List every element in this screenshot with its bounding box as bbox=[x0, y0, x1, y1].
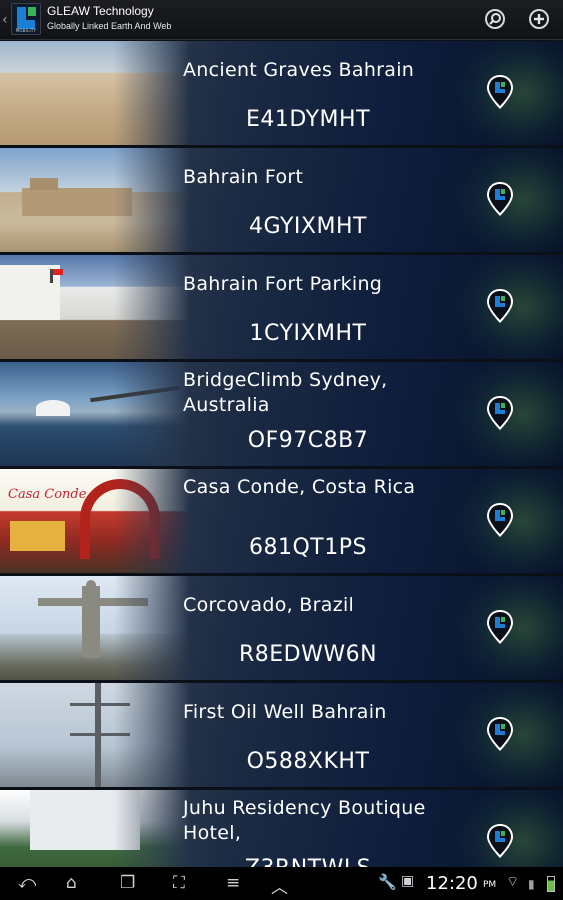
map-pin-icon[interactable] bbox=[486, 181, 514, 217]
place-code: 681QT1PS bbox=[249, 535, 367, 560]
screenshot-icon[interactable]: ⛶ bbox=[173, 873, 185, 893]
clock-ampm: PM bbox=[483, 880, 497, 890]
map-pin-icon[interactable] bbox=[486, 502, 514, 538]
app-title: GLEAW Technology bbox=[47, 4, 154, 18]
search-button[interactable] bbox=[485, 9, 505, 29]
place-code: 4GYIXMHT bbox=[249, 214, 367, 239]
place-thumbnail bbox=[0, 576, 190, 680]
signal-icon: ▮ bbox=[528, 877, 535, 891]
map-pin-icon[interactable] bbox=[486, 74, 514, 110]
image-icon: ▣ bbox=[401, 873, 415, 889]
place-name: First Oil Well Bahrain bbox=[183, 701, 387, 723]
place-thumbnail bbox=[0, 255, 190, 359]
place-name: Bahrain Fort Parking bbox=[183, 273, 383, 295]
place-code: OF97C8B7 bbox=[247, 428, 369, 453]
clock: 12:20 bbox=[426, 873, 478, 894]
home-icon[interactable]: ⌂ bbox=[66, 873, 77, 893]
place-thumbnail: Casa Conde bbox=[0, 469, 190, 573]
app-subtitle: Globally Linked Earth And Web bbox=[47, 21, 172, 31]
add-circle-icon bbox=[534, 14, 544, 24]
list-item[interactable]: BridgeClimb Sydney, Australia OF97C8B7 bbox=[0, 362, 563, 466]
map-pin-icon[interactable] bbox=[486, 288, 514, 324]
places-list[interactable]: Ancient Graves Bahrain E41DYMHT Bahrain … bbox=[0, 41, 563, 867]
map-pin-icon[interactable] bbox=[486, 716, 514, 752]
up-caret-icon[interactable]: ‹ bbox=[2, 12, 8, 28]
place-code: O588XKHT bbox=[246, 749, 370, 774]
map-pin-icon[interactable] bbox=[486, 395, 514, 431]
menu-icon[interactable]: ≡ bbox=[226, 873, 240, 893]
place-code: E41DYMHT bbox=[245, 107, 371, 132]
app-logo[interactable]: MOBILITY bbox=[11, 3, 41, 35]
map-pin-icon[interactable] bbox=[486, 823, 514, 859]
battery-icon bbox=[547, 876, 555, 892]
place-name: Juhu Residency Boutique Hotel, bbox=[183, 797, 426, 844]
place-thumbnail bbox=[0, 790, 190, 867]
wrench-icon: 🔧 bbox=[378, 873, 397, 891]
place-name: Corcovado, Brazil bbox=[183, 594, 355, 616]
place-thumbnail bbox=[0, 41, 190, 145]
recent-apps-icon[interactable]: ❐ bbox=[120, 873, 135, 893]
place-name: Bahrain Fort bbox=[183, 166, 304, 188]
add-button[interactable] bbox=[529, 9, 549, 29]
list-item[interactable]: Ancient Graves Bahrain E41DYMHT bbox=[0, 41, 563, 145]
system-navigation-bar: ⤺ ⌂ ❐ ⛶ ≡ ︿ 🔧 ▣ 12:20 PM ⌔ ▮ bbox=[0, 867, 563, 900]
place-code: Z3RNTWLS bbox=[183, 856, 433, 867]
map-pin-icon[interactable] bbox=[486, 609, 514, 645]
search-icon bbox=[489, 13, 501, 25]
place-name: BridgeClimb Sydney, Australia bbox=[183, 369, 388, 416]
place-code: R8EDWW6N bbox=[238, 642, 378, 667]
place-code: 1CYIXMHT bbox=[249, 321, 367, 346]
wifi-icon: ⌔ bbox=[506, 874, 520, 890]
list-item[interactable]: Juhu Residency Boutique Hotel, Z3RNTWLS bbox=[0, 790, 563, 867]
place-name: Ancient Graves Bahrain bbox=[183, 59, 415, 81]
casa-conde-sign: Casa Conde bbox=[8, 487, 87, 502]
place-thumbnail bbox=[0, 683, 190, 787]
list-item[interactable]: Bahrain Fort Parking 1CYIXMHT bbox=[0, 255, 563, 359]
list-item[interactable]: Corcovado, Brazil R8EDWW6N bbox=[0, 576, 563, 680]
list-item[interactable]: Casa Conde Casa Conde, Costa Rica 681QT1… bbox=[0, 469, 563, 573]
place-thumbnail bbox=[0, 148, 190, 252]
action-bar: ‹ MOBILITY GLEAW Technology Globally Lin… bbox=[0, 0, 563, 40]
place-name: Casa Conde, Costa Rica bbox=[183, 476, 416, 498]
back-icon[interactable]: ⤺ bbox=[18, 873, 36, 893]
logo-text: MOBILITY bbox=[15, 28, 37, 33]
list-item[interactable]: First Oil Well Bahrain O588XKHT bbox=[0, 683, 563, 787]
chevron-up-icon[interactable]: ︿ bbox=[271, 873, 288, 898]
place-thumbnail bbox=[0, 362, 190, 466]
list-item[interactable]: Bahrain Fort 4GYIXMHT bbox=[0, 148, 563, 252]
